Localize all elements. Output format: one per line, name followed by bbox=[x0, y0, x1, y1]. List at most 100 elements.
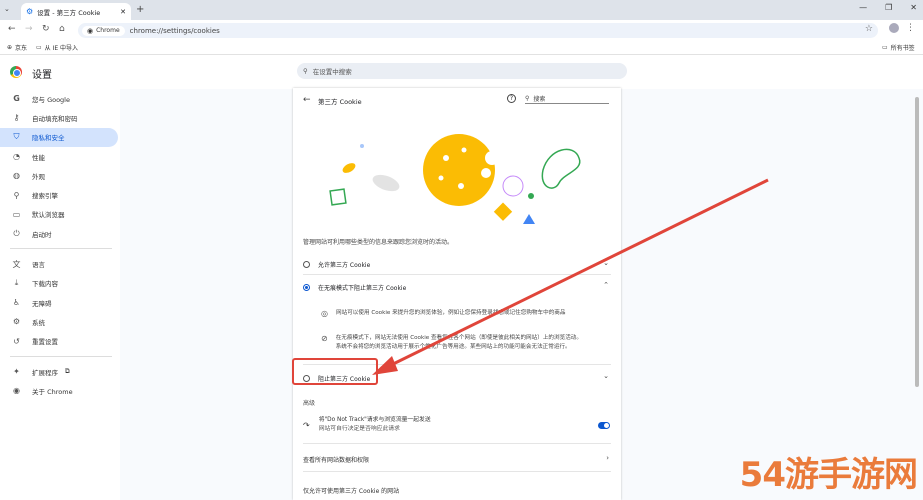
translate-icon: 文 bbox=[12, 259, 21, 269]
search-placeholder: 在设置中搜索 bbox=[312, 68, 352, 76]
tab-settings[interactable]: ⚙ 设置 - 第三方 Cookie ✕ bbox=[21, 3, 131, 20]
tab-search-icon[interactable]: ⌄ bbox=[4, 5, 10, 13]
info-text-line1: 在无痕模式下，网站无法使用 Cookie 查看您在各个网站（即使是彼此相关的网站… bbox=[335, 335, 582, 341]
scrollbar[interactable] bbox=[914, 89, 920, 500]
home-icon[interactable]: ⌂ bbox=[59, 24, 65, 34]
chevron-up-icon[interactable]: ⌃ bbox=[603, 281, 609, 289]
sidebar-item-label: 系统 bbox=[32, 318, 45, 327]
shield-icon: ⛉ bbox=[13, 132, 20, 142]
chrome-logo-icon bbox=[10, 66, 22, 78]
sidebar-item-system[interactable]: ⚙ 系统 bbox=[0, 312, 120, 331]
do-not-track-toggle[interactable] bbox=[598, 422, 610, 429]
divider bbox=[303, 443, 611, 444]
sidebar-item-on-startup[interactable]: ⏻ 启动时 bbox=[0, 224, 120, 243]
info-incognito-blocking: ⊘ 在无痕模式下，网站无法使用 Cookie 查看您在各个网站（即使是彼此相关的网… bbox=[321, 334, 582, 352]
section-description: 管理网站可利用哪些类型的信息来跟踪您浏览时的活动。 bbox=[303, 239, 454, 246]
folder-icon: ▭ bbox=[882, 44, 888, 51]
radio-circle[interactable] bbox=[303, 261, 310, 268]
bookmark-label: 京东 bbox=[15, 45, 28, 52]
google-icon: G bbox=[13, 94, 20, 104]
sidebar-item-languages[interactable]: 文 语言 bbox=[0, 254, 120, 273]
bookmark-import[interactable]: ▭ 从 IE 中导入 bbox=[36, 43, 78, 52]
sidebar-item-autofill[interactable]: ⚷ 自动填充和密码 bbox=[0, 108, 120, 127]
site-chip[interactable]: ◉ Chrome bbox=[82, 25, 125, 36]
advanced-heading: 高级 bbox=[303, 400, 316, 407]
sidebar-item-default-browser[interactable]: ▭ 默认浏览器 bbox=[0, 205, 120, 224]
dnt-label: 将"Do Not Track"请求与浏览流量一起发送 bbox=[318, 417, 431, 423]
sidebar-item-accessibility[interactable]: ♿ 无障碍 bbox=[0, 293, 120, 312]
reload-icon[interactable]: ↻ bbox=[42, 24, 50, 34]
main-panel: ← 第三方 Cookie ? ⚲ 搜索 管理网站可利用哪些类型的信息来跟踪您浏览时… bbox=[293, 88, 621, 500]
sidebar-item-reset[interactable]: ↺ 重置设置 bbox=[0, 332, 120, 351]
sidebar-item-label: 关于 Chrome bbox=[32, 387, 73, 396]
back-arrow-icon[interactable]: ← bbox=[8, 24, 16, 34]
profile-avatar[interactable] bbox=[889, 23, 899, 33]
bookmark-jd[interactable]: ⊕ 京东 bbox=[7, 43, 27, 52]
see-all-site-data-link[interactable]: 查看所有网站数据和权限 bbox=[303, 455, 369, 464]
divider bbox=[303, 471, 611, 472]
sidebar-item-label: 自动填充和密码 bbox=[32, 114, 78, 123]
palette-icon: ◍ bbox=[13, 171, 20, 181]
address-bar[interactable]: ◉ Chrome chrome://settings/cookies bbox=[78, 23, 878, 38]
chevron-down-icon[interactable]: ⌄ bbox=[603, 372, 609, 380]
sidebar-item-you-and-google[interactable]: G 您与 Google bbox=[0, 89, 120, 108]
bookmark-label: 从 IE 中导入 bbox=[44, 45, 79, 52]
sidebar-item-search-engine[interactable]: ⚲ 搜索引擎 bbox=[0, 185, 120, 204]
bookmark-star-icon[interactable]: ☆ bbox=[865, 24, 873, 34]
sidebar-item-performance[interactable]: ◔ 性能 bbox=[0, 147, 120, 166]
section-search-input[interactable]: ⚲ 搜索 bbox=[525, 93, 609, 104]
info-text: 网站可以使用 Cookie 来提升您的浏览体验，例如让您保持登录状态或记住您购物… bbox=[335, 310, 566, 316]
annotation-highlight-box bbox=[292, 358, 378, 385]
tab-title: 设置 - 第三方 Cookie bbox=[37, 8, 101, 17]
search-icon: ⚲ bbox=[13, 190, 20, 200]
sidebar-item-label: 性能 bbox=[32, 153, 45, 162]
chevron-down-icon[interactable]: ⌄ bbox=[603, 259, 609, 267]
block-icon: ⊘ bbox=[321, 334, 328, 343]
tab-bar: ⌄ ⚙ 设置 - 第三方 Cookie ✕ + — ❐ ✕ bbox=[0, 0, 923, 20]
kebab-menu-icon[interactable]: ⋮ bbox=[906, 23, 915, 33]
allowed-sites-heading: 仅允许可使用第三方 Cookie 的网站 bbox=[303, 488, 400, 495]
sidebar-item-label: 搜索引擎 bbox=[32, 192, 58, 201]
sidebar: G 您与 Google ⚷ 自动填充和密码 ⛉ 隐私和安全 ◔ 性能 ◍ 外观 ⚲ 搜索引擎… bbox=[0, 89, 120, 400]
sidebar-item-privacy[interactable]: ⛉ 隐私和安全 bbox=[0, 127, 118, 147]
folder-icon: ▭ bbox=[36, 44, 42, 51]
help-icon[interactable]: ? bbox=[507, 94, 516, 103]
watermark-logo: 54游手游网 bbox=[739, 455, 918, 495]
reset-icon: ↺ bbox=[13, 336, 20, 346]
divider bbox=[303, 274, 611, 275]
scrollbar-thumb[interactable] bbox=[915, 97, 919, 387]
external-link-icon: ⧉ bbox=[65, 367, 70, 375]
sidebar-item-appearance[interactable]: ◍ 外观 bbox=[0, 166, 120, 185]
arrow-share-icon: ↷ bbox=[303, 421, 310, 430]
key-icon: ⚷ bbox=[13, 113, 20, 123]
sidebar-item-about[interactable]: ◉ 关于 Chrome bbox=[0, 381, 120, 400]
all-bookmarks[interactable]: ▭ 所有书签 bbox=[882, 43, 915, 52]
radio-label: 在无痕模式下阻止第三方 Cookie bbox=[318, 285, 407, 292]
maximize-button[interactable]: ❐ bbox=[885, 3, 892, 12]
gear-icon: ⚙ bbox=[26, 7, 34, 16]
sidebar-item-label: 下载内容 bbox=[32, 280, 58, 289]
accessibility-icon: ♿ bbox=[12, 298, 21, 308]
new-tab-button[interactable]: + bbox=[136, 4, 144, 15]
close-icon[interactable]: ✕ bbox=[120, 8, 126, 16]
minimize-button[interactable]: — bbox=[859, 3, 867, 12]
sidebar-item-label: 默认浏览器 bbox=[32, 211, 65, 220]
sidebar-item-label: 您与 Google bbox=[32, 95, 70, 104]
forward-arrow-icon[interactable]: → bbox=[25, 24, 33, 34]
toolbar: ← → ↻ ⌂ ◉ Chrome chrome://settings/cookie… bbox=[0, 20, 923, 40]
bookmark-label: 所有书签 bbox=[890, 45, 915, 52]
settings-search-input[interactable]: ⚲ 在设置中搜索 bbox=[297, 63, 627, 79]
power-icon: ⏻ bbox=[13, 228, 20, 238]
sidebar-item-downloads[interactable]: ⤓ 下载内容 bbox=[0, 274, 120, 293]
radio-block-incognito[interactable]: 在无痕模式下阻止第三方 Cookie bbox=[303, 283, 406, 292]
wrench-icon: ⚙ bbox=[12, 317, 21, 327]
puzzle-icon: ✦ bbox=[13, 367, 20, 376]
back-arrow-icon[interactable]: ← bbox=[303, 95, 311, 105]
sidebar-divider bbox=[10, 355, 112, 357]
do-not-track-row: ↷ 将"Do Not Track"请求与浏览流量一起发送 网站可自行决定是否响应此… bbox=[303, 416, 431, 434]
close-window-button[interactable]: ✕ bbox=[910, 3, 917, 12]
sidebar-item-extensions[interactable]: ✦ 扩展程序 ⧉ bbox=[0, 362, 120, 381]
chevron-right-icon[interactable]: › bbox=[606, 454, 609, 462]
radio-allow-third-party[interactable]: 允许第三方 Cookie bbox=[303, 260, 370, 269]
radio-circle-selected[interactable] bbox=[303, 284, 310, 291]
